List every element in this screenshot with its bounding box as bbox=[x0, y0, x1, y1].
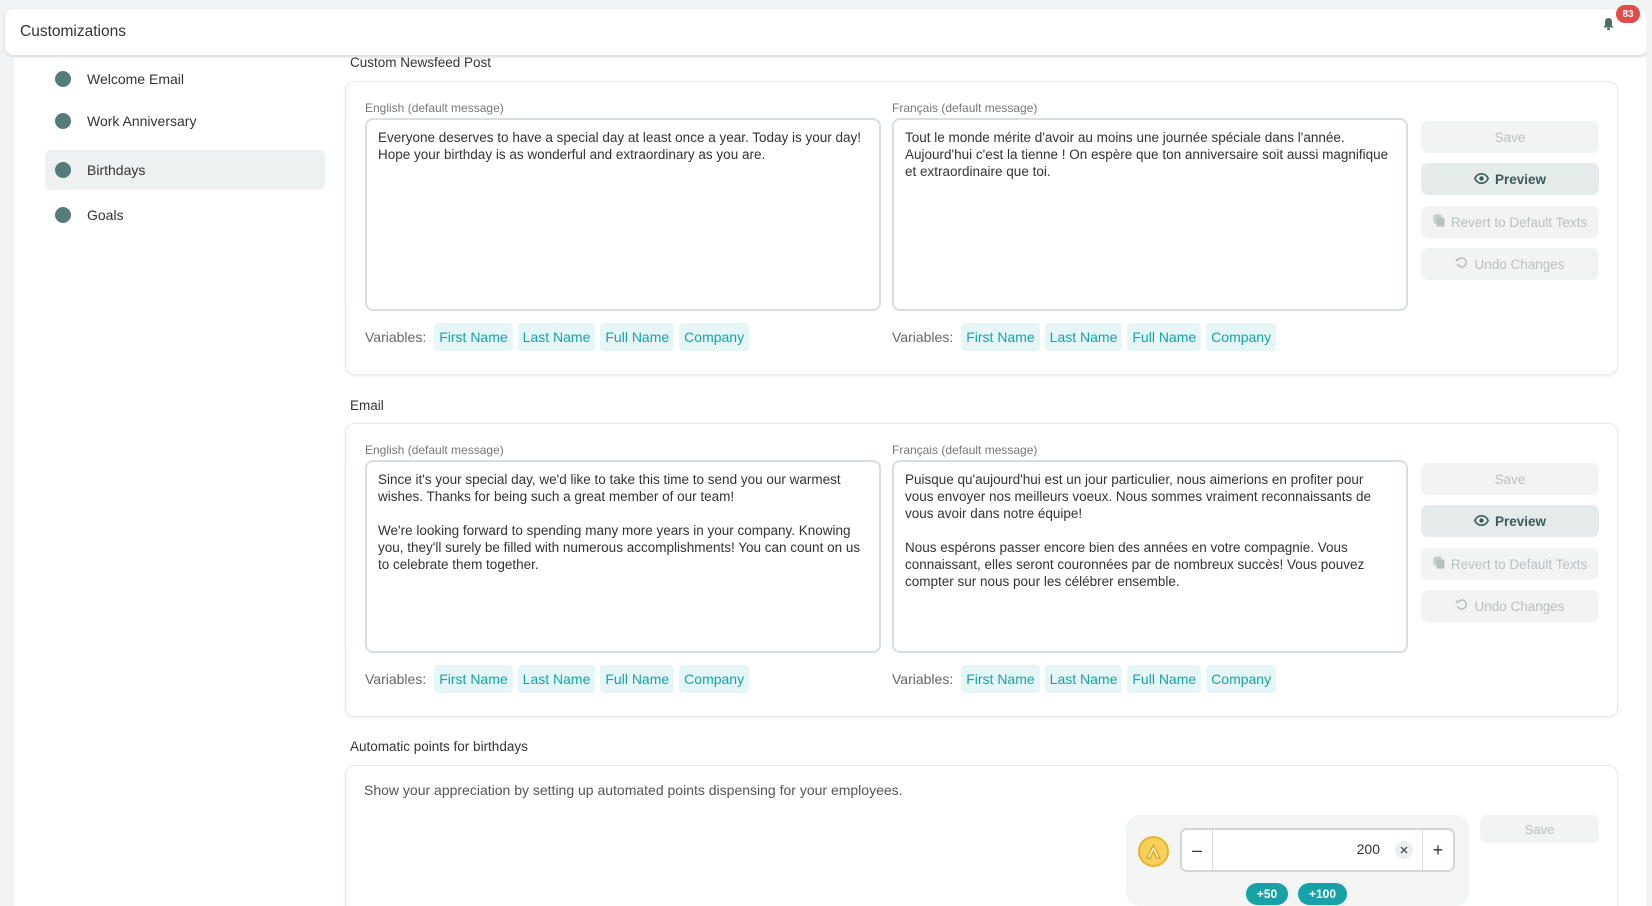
increment-button[interactable]: + bbox=[1422, 830, 1453, 870]
undo-label: Undo Changes bbox=[1474, 256, 1565, 272]
variable-last-name[interactable]: Last Name bbox=[517, 665, 596, 693]
sidebar-item-label: Birthdays bbox=[87, 162, 146, 178]
copy-icon bbox=[1433, 556, 1445, 572]
top-bar: Customizations bbox=[5, 9, 1647, 55]
close-icon[interactable] bbox=[1395, 841, 1413, 859]
save-label: Save bbox=[1494, 471, 1526, 487]
newsfeed-french-label: Français (default message) bbox=[892, 101, 1038, 115]
variable-full-name[interactable]: Full Name bbox=[600, 323, 675, 351]
sidebar-item-goals[interactable]: Goals bbox=[45, 195, 325, 235]
sidebar-item-label: Goals bbox=[87, 207, 124, 223]
email-section-title: Email bbox=[350, 398, 384, 413]
email-french-textarea[interactable]: Puisque qu'aujourd'hui est un jour parti… bbox=[892, 460, 1408, 653]
add-50-button[interactable]: +50 bbox=[1246, 883, 1288, 905]
variable-last-name[interactable]: Last Name bbox=[1044, 323, 1123, 351]
email-revert-button[interactable]: Revert to Default Texts bbox=[1421, 548, 1599, 580]
points-stepper: – 200 + bbox=[1180, 828, 1455, 872]
points-value-input[interactable]: 200 bbox=[1357, 841, 1380, 857]
sidebar-item-birthdays[interactable]: Birthdays bbox=[45, 150, 325, 190]
sidebar-item-work-anniversary[interactable]: Work Anniversary bbox=[45, 101, 325, 141]
newsfeed-french-variables: Variables: First Name Last Name Full Nam… bbox=[892, 323, 1281, 351]
page-title: Customizations bbox=[20, 23, 126, 40]
variable-first-name[interactable]: First Name bbox=[434, 323, 513, 351]
status-dot-icon bbox=[55, 71, 71, 87]
variable-first-name[interactable]: First Name bbox=[961, 665, 1040, 693]
newsfeed-english-variables: Variables: First Name Last Name Full Nam… bbox=[365, 323, 754, 351]
status-dot-icon bbox=[55, 207, 71, 223]
email-preview-button[interactable]: Preview bbox=[1421, 505, 1599, 537]
newsfeed-french-textarea[interactable]: Tout le monde mérite d'avoir au moins un… bbox=[892, 118, 1408, 311]
copy-icon bbox=[1433, 214, 1445, 230]
points-coin-icon bbox=[1138, 836, 1169, 867]
eye-icon bbox=[1473, 172, 1490, 187]
status-dot-icon bbox=[55, 162, 71, 178]
variable-company[interactable]: Company bbox=[679, 323, 750, 351]
variable-company[interactable]: Company bbox=[1206, 323, 1277, 351]
sidebar-item-welcome-email[interactable]: Welcome Email bbox=[45, 59, 325, 99]
newsfeed-preview-button[interactable]: Preview bbox=[1421, 163, 1599, 195]
undo-icon bbox=[1455, 256, 1468, 272]
variable-full-name[interactable]: Full Name bbox=[600, 665, 675, 693]
newsfeed-save-button[interactable]: Save bbox=[1421, 121, 1599, 153]
notification-badge: 83 bbox=[1616, 5, 1640, 23]
points-section-title: Automatic points for birthdays bbox=[350, 739, 528, 754]
email-english-variables: Variables: First Name Last Name Full Nam… bbox=[365, 665, 754, 693]
newsfeed-revert-button[interactable]: Revert to Default Texts bbox=[1421, 206, 1599, 238]
newsfeed-section-title: Custom Newsfeed Post bbox=[350, 55, 492, 70]
preview-label: Preview bbox=[1494, 171, 1547, 187]
newsfeed-undo-button[interactable]: Undo Changes bbox=[1421, 248, 1599, 280]
email-undo-button[interactable]: Undo Changes bbox=[1421, 590, 1599, 622]
undo-icon bbox=[1455, 598, 1468, 614]
preview-label: Preview bbox=[1494, 513, 1547, 529]
variable-first-name[interactable]: First Name bbox=[434, 665, 513, 693]
variables-label: Variables: bbox=[892, 329, 954, 345]
email-save-button[interactable]: Save bbox=[1421, 463, 1599, 495]
bell-icon[interactable] bbox=[1598, 14, 1618, 34]
points-description: Show your appreciation by setting up aut… bbox=[364, 782, 903, 798]
variable-company[interactable]: Company bbox=[679, 665, 750, 693]
variable-first-name[interactable]: First Name bbox=[961, 323, 1040, 351]
undo-label: Undo Changes bbox=[1474, 598, 1565, 614]
points-save-button[interactable]: Save bbox=[1480, 815, 1599, 843]
email-english-textarea[interactable]: Since it's your special day, we'd like t… bbox=[365, 460, 881, 653]
variable-full-name[interactable]: Full Name bbox=[1127, 323, 1202, 351]
variables-label: Variables: bbox=[365, 671, 427, 687]
variable-full-name[interactable]: Full Name bbox=[1127, 665, 1202, 693]
sidebar-item-label: Welcome Email bbox=[87, 71, 184, 87]
variables-label: Variables: bbox=[892, 671, 954, 687]
email-english-label: English (default message) bbox=[365, 443, 504, 457]
sidebar-item-label: Work Anniversary bbox=[87, 113, 197, 129]
revert-label: Revert to Default Texts bbox=[1450, 556, 1588, 572]
variable-last-name[interactable]: Last Name bbox=[1044, 665, 1123, 693]
eye-icon bbox=[1473, 514, 1490, 529]
save-label: Save bbox=[1494, 129, 1526, 145]
email-french-variables: Variables: First Name Last Name Full Nam… bbox=[892, 665, 1281, 693]
newsfeed-english-label: English (default message) bbox=[365, 101, 504, 115]
variable-last-name[interactable]: Last Name bbox=[517, 323, 596, 351]
window-edge bbox=[1646, 0, 1652, 906]
revert-label: Revert to Default Texts bbox=[1450, 214, 1588, 230]
status-dot-icon bbox=[55, 113, 71, 129]
newsfeed-english-textarea[interactable]: Everyone deserves to have a special day … bbox=[365, 118, 881, 311]
email-french-label: Français (default message) bbox=[892, 443, 1038, 457]
variable-company[interactable]: Company bbox=[1206, 665, 1277, 693]
decrement-button[interactable]: – bbox=[1182, 830, 1213, 870]
variables-label: Variables: bbox=[365, 329, 427, 345]
add-100-button[interactable]: +100 bbox=[1298, 883, 1347, 905]
